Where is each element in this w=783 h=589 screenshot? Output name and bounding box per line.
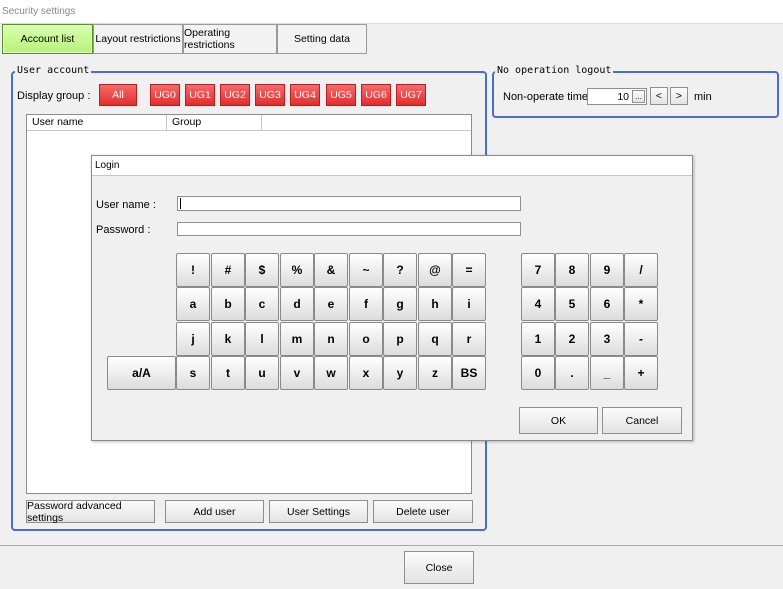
username-input[interactable]: [177, 196, 521, 211]
key-7[interactable]: 7: [521, 253, 555, 287]
delete-user-button[interactable]: Delete user: [373, 500, 473, 523]
key-8[interactable]: 8: [555, 253, 589, 287]
key-y[interactable]: y: [383, 356, 417, 390]
tab-setting-data[interactable]: Setting data: [277, 24, 367, 54]
key-1[interactable]: 1: [521, 322, 555, 356]
key-i[interactable]: i: [452, 287, 486, 321]
key-at[interactable]: @: [418, 253, 452, 287]
key-percent[interactable]: %: [280, 253, 314, 287]
user-account-legend: User account: [15, 65, 92, 76]
key-0[interactable]: 0: [521, 356, 555, 390]
key-ampersand[interactable]: &: [314, 253, 348, 287]
key-x[interactable]: x: [349, 356, 383, 390]
decrement-button[interactable]: <: [650, 87, 668, 105]
key-l[interactable]: l: [245, 322, 279, 356]
key-6[interactable]: 6: [590, 287, 624, 321]
group-button-ug7[interactable]: UG7: [396, 84, 426, 106]
key-slash[interactable]: /: [624, 253, 658, 287]
text-cursor: [180, 198, 181, 209]
key-5[interactable]: 5: [555, 287, 589, 321]
password-advanced-settings-button[interactable]: Password advanced settings: [26, 500, 155, 524]
column-header-group[interactable]: Group: [167, 115, 262, 130]
username-label: User name :: [96, 199, 156, 211]
key-asterisk[interactable]: *: [624, 287, 658, 321]
case-toggle-key[interactable]: a/A: [107, 356, 176, 390]
key-backspace[interactable]: BS: [452, 356, 486, 390]
group-button-ug6[interactable]: UG6: [361, 84, 391, 106]
login-dialog-title: Login: [92, 156, 692, 176]
key-j[interactable]: j: [176, 322, 210, 356]
no-operation-logout-legend: No operation logout: [495, 65, 614, 76]
login-dialog: Login User name : Password : a/A ! # $ %…: [91, 155, 693, 441]
group-button-ug4[interactable]: UG4: [290, 84, 320, 106]
key-underscore[interactable]: _: [590, 356, 624, 390]
key-z[interactable]: z: [418, 356, 452, 390]
tab-layout-restrictions[interactable]: Layout restrictions: [93, 24, 183, 54]
key-a[interactable]: a: [176, 287, 210, 321]
key-c[interactable]: c: [245, 287, 279, 321]
tab-operating-restrictions[interactable]: Operating restrictions: [183, 24, 277, 54]
password-input[interactable]: [177, 222, 521, 236]
ok-button[interactable]: OK: [519, 407, 598, 434]
window-title: Security settings: [0, 0, 783, 24]
key-m[interactable]: m: [280, 322, 314, 356]
footer-divider: [0, 545, 783, 546]
add-user-button[interactable]: Add user: [165, 500, 264, 523]
close-button[interactable]: Close: [404, 551, 474, 584]
key-period[interactable]: .: [555, 356, 589, 390]
key-s[interactable]: s: [176, 356, 210, 390]
key-minus[interactable]: -: [624, 322, 658, 356]
key-k[interactable]: k: [211, 322, 245, 356]
group-button-ug2[interactable]: UG2: [220, 84, 250, 106]
key-q[interactable]: q: [418, 322, 452, 356]
key-equals[interactable]: =: [452, 253, 486, 287]
key-9[interactable]: 9: [590, 253, 624, 287]
display-group-label: Display group :: [17, 90, 91, 102]
group-button-all[interactable]: All: [99, 84, 137, 106]
key-r[interactable]: r: [452, 322, 486, 356]
key-4[interactable]: 4: [521, 287, 555, 321]
key-v[interactable]: v: [280, 356, 314, 390]
key-exclamation[interactable]: !: [176, 253, 210, 287]
tab-bar: Account list Layout restrictions Operati…: [0, 24, 783, 54]
key-n[interactable]: n: [314, 322, 348, 356]
non-operate-time-ellipsis-button[interactable]: ...: [632, 90, 645, 103]
key-p[interactable]: p: [383, 322, 417, 356]
key-b[interactable]: b: [211, 287, 245, 321]
key-dollar[interactable]: $: [245, 253, 279, 287]
key-d[interactable]: d: [280, 287, 314, 321]
key-f[interactable]: f: [349, 287, 383, 321]
key-g[interactable]: g: [383, 287, 417, 321]
key-o[interactable]: o: [349, 322, 383, 356]
password-label: Password :: [96, 224, 151, 236]
non-operate-time-label: Non-operate time :: [503, 91, 595, 103]
group-button-ug5[interactable]: UG5: [326, 84, 356, 106]
user-list-header: User name Group: [27, 115, 471, 131]
key-3[interactable]: 3: [590, 322, 624, 356]
key-plus[interactable]: +: [624, 356, 658, 390]
key-w[interactable]: w: [314, 356, 348, 390]
key-question[interactable]: ?: [383, 253, 417, 287]
key-tilde[interactable]: ~: [349, 253, 383, 287]
key-e[interactable]: e: [314, 287, 348, 321]
key-hash[interactable]: #: [211, 253, 245, 287]
user-settings-button[interactable]: User Settings: [269, 500, 368, 523]
increment-button[interactable]: >: [670, 87, 688, 105]
group-button-ug0[interactable]: UG0: [150, 84, 180, 106]
key-h[interactable]: h: [418, 287, 452, 321]
key-t[interactable]: t: [211, 356, 245, 390]
key-u[interactable]: u: [245, 356, 279, 390]
column-header-user-name[interactable]: User name: [27, 115, 167, 130]
group-button-ug1[interactable]: UG1: [185, 84, 215, 106]
tab-account-list[interactable]: Account list: [2, 24, 93, 54]
minutes-unit-label: min: [694, 91, 712, 103]
group-button-ug3[interactable]: UG3: [255, 84, 285, 106]
cancel-button[interactable]: Cancel: [602, 407, 682, 434]
key-2[interactable]: 2: [555, 322, 589, 356]
